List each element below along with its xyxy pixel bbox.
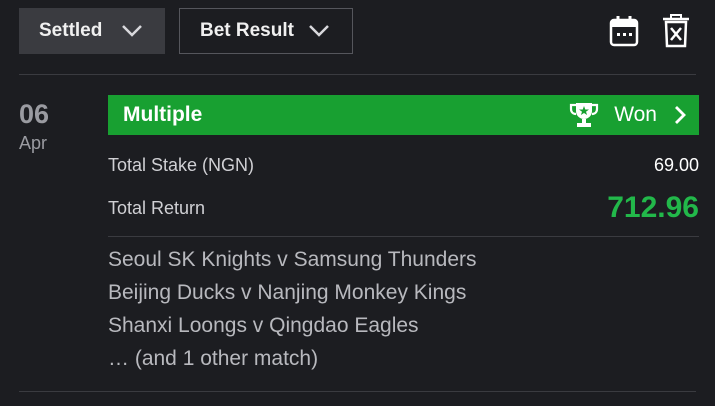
total-return-label: Total Return (108, 197, 206, 218)
total-stake-value: 69.00 (653, 154, 699, 175)
match-list[interactable]: Seoul SK Knights v Samsung Thunders Beij… (108, 243, 699, 375)
delete-icon[interactable] (661, 14, 691, 48)
chevron-right-icon (675, 106, 686, 124)
bet-type: Multiple (123, 103, 203, 126)
total-return-value: 712.96 (607, 191, 699, 224)
bet-date-day: 06 (19, 99, 50, 129)
list-item: Shanxi Loongs v Qingdao Eagles (108, 314, 419, 337)
divider (19, 74, 696, 75)
status-filter-dropdown[interactable]: Settled (19, 8, 165, 54)
total-stake-row: Total Stake (NGN) 69.00 (108, 152, 699, 178)
bet-result: Won (568, 101, 687, 129)
list-item: Beijing Ducks v Nanjing Monkey Kings (108, 281, 467, 304)
bet-result-filter-label: Bet Result (200, 20, 294, 41)
divider (19, 391, 696, 392)
bet-status: Won (614, 103, 657, 126)
bet-date: 06 Apr (19, 96, 99, 154)
calendar-icon[interactable] (609, 14, 639, 48)
total-stake-label: Total Stake (NGN) (108, 154, 255, 175)
total-return-row: Total Return 712.96 (108, 191, 699, 224)
list-item: … (and 1 other match) (108, 347, 319, 370)
chevron-down-icon (309, 25, 329, 37)
list-item: Seoul SK Knights v Samsung Thunders (108, 248, 477, 271)
status-filter-label: Settled (39, 20, 103, 41)
bet-result-filter-dropdown[interactable]: Bet Result (179, 8, 353, 54)
trophy-icon (570, 103, 599, 127)
chevron-down-icon (122, 25, 142, 37)
bet-header[interactable]: Multiple Won (108, 95, 699, 135)
bet-date-month: Apr (19, 133, 48, 153)
filter-bar: Settled Bet Result (0, 0, 715, 74)
divider (108, 236, 699, 237)
